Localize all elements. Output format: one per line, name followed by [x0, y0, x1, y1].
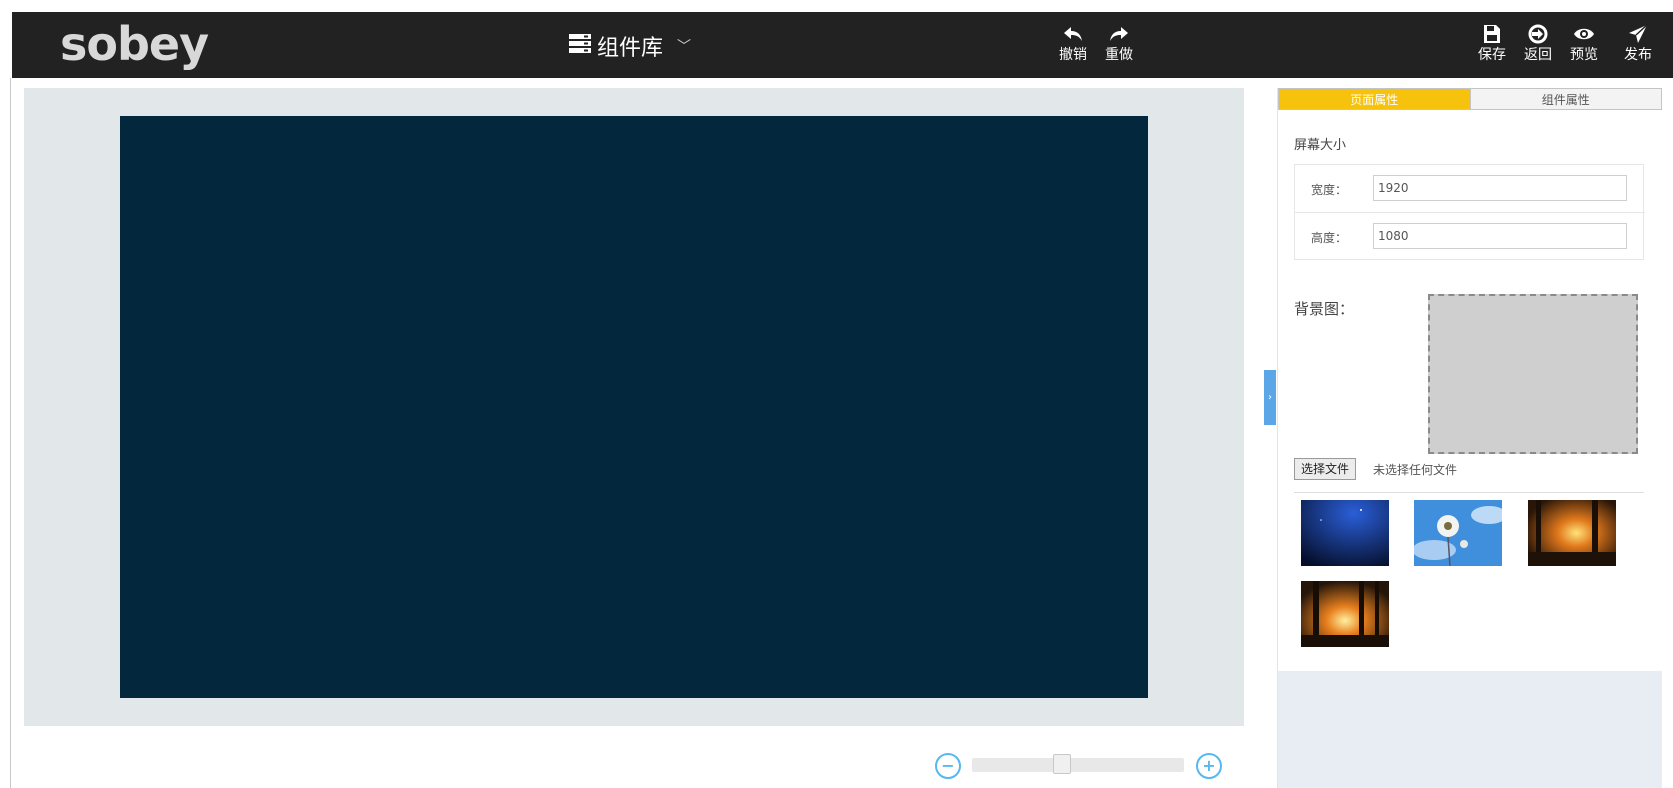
undo-button[interactable]: 撤销 — [1053, 22, 1093, 64]
zoom-slider-track[interactable] — [972, 758, 1184, 772]
publish-button[interactable]: 发布 — [1618, 22, 1658, 64]
eye-icon — [1573, 22, 1595, 46]
tab-component-properties[interactable]: 组件属性 — [1469, 89, 1661, 109]
background-image-label: 背景图： — [1294, 300, 1355, 318]
panel-tabs: 页面属性 组件属性 — [1278, 88, 1662, 110]
top-toolbar: sobey 组件库 ﹀ 撤销 重做 保存 返回 预览 发布 — [12, 12, 1673, 78]
height-input[interactable]: 1080 — [1373, 223, 1627, 249]
night-sky-thumbnail[interactable] — [1301, 500, 1389, 566]
dandelion-thumbnail[interactable] — [1414, 500, 1502, 566]
chevron-right-icon: › — [1268, 392, 1272, 403]
zoom-slider-handle[interactable] — [1053, 754, 1072, 774]
save-icon — [1482, 22, 1502, 46]
left-border — [10, 78, 11, 788]
sunset-trees-thumbnail[interactable] — [1528, 500, 1616, 566]
preview-label: 预览 — [1570, 47, 1598, 63]
screen-size-group: 宽度： 1920 高度： 1080 — [1294, 164, 1645, 261]
publish-label: 发布 — [1624, 47, 1652, 63]
undo-arrow-icon — [1063, 22, 1083, 46]
sunset-forest-thumbnail[interactable] — [1301, 581, 1389, 647]
zoom-in-button[interactable]: + — [1196, 753, 1222, 779]
chevron-down-icon: ﹀ — [677, 39, 692, 55]
file-status-text: 未选择任何文件 — [1373, 463, 1458, 477]
component-library-label: 组件库 — [597, 36, 664, 61]
width-row: 宽度： 1920 — [1295, 165, 1645, 213]
properties-panel: 页面属性 组件属性 屏幕大小 宽度： 1920 高度： 1080 背景图： 选择… — [1277, 88, 1662, 788]
height-label: 高度： — [1311, 231, 1348, 245]
height-row: 高度： 1080 — [1295, 213, 1645, 261]
preview-button[interactable]: 预览 — [1564, 22, 1604, 64]
screen-size-title: 屏幕大小 — [1294, 138, 1347, 153]
panel-divider — [1294, 492, 1644, 493]
panel-collapse-handle[interactable]: › — [1264, 370, 1276, 425]
background-image-dropzone[interactable] — [1428, 294, 1638, 454]
redo-label: 重做 — [1105, 47, 1133, 63]
width-input[interactable]: 1920 — [1373, 175, 1627, 201]
redo-arrow-icon — [1109, 22, 1129, 46]
back-label: 返回 — [1524, 47, 1552, 63]
editor-app: sobey 组件库 ﹀ 撤销 重做 保存 返回 预览 发布 − + › 页面属性… — [0, 0, 1673, 788]
save-button[interactable]: 保存 — [1472, 22, 1512, 64]
choose-file-button[interactable]: 选择文件 — [1294, 458, 1357, 480]
tab-page-properties[interactable]: 页面属性 — [1279, 89, 1470, 109]
undo-label: 撤销 — [1059, 47, 1087, 63]
sign-in-icon — [1528, 22, 1548, 46]
sobey-logo: sobey — [60, 17, 209, 71]
screen-canvas[interactable] — [120, 116, 1148, 698]
panel-footer-area — [1278, 671, 1662, 788]
width-label: 宽度： — [1311, 183, 1348, 197]
save-label: 保存 — [1478, 47, 1506, 63]
component-library-menu[interactable]: 组件库 ﹀ — [569, 32, 692, 61]
redo-button[interactable]: 重做 — [1099, 22, 1139, 64]
stack-icon — [569, 34, 591, 58]
paper-plane-icon — [1628, 22, 1648, 46]
back-button[interactable]: 返回 — [1518, 22, 1558, 64]
canvas-workspace — [24, 88, 1244, 726]
zoom-out-button[interactable]: − — [935, 753, 961, 779]
